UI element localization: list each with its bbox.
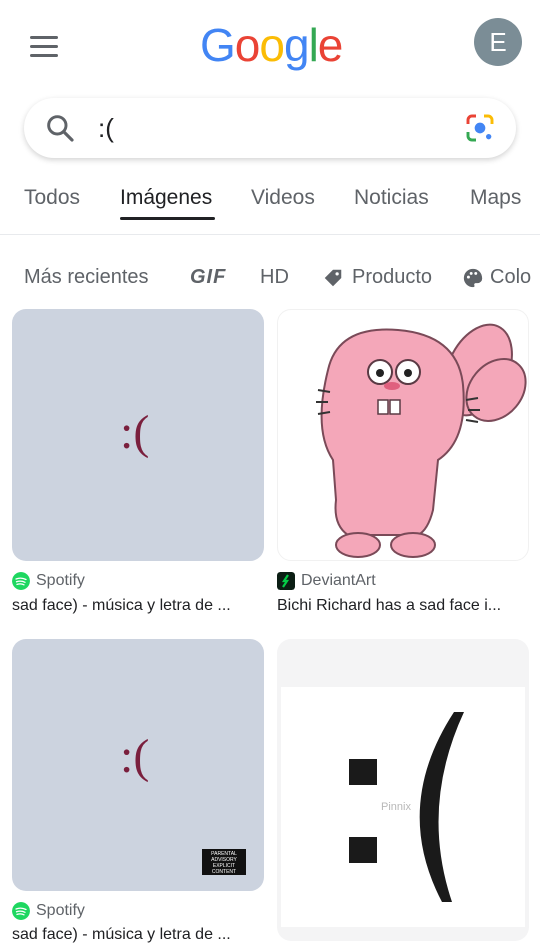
top-bar: Google E	[0, 0, 540, 90]
tab-imagenes[interactable]: Imágenes	[120, 186, 212, 210]
left-eye-square	[349, 759, 377, 785]
search-input[interactable]: :(	[98, 113, 114, 144]
result-source[interactable]: Spotify	[12, 902, 85, 920]
result-source[interactable]: Spotify	[12, 572, 85, 590]
pink-rabbit-character	[316, 323, 527, 558]
filter-product[interactable]: Producto	[322, 266, 432, 289]
filter-product-label: Producto	[352, 266, 433, 288]
result-image[interactable]: :(	[12, 309, 264, 561]
search-box[interactable]: :(	[24, 98, 516, 158]
spotify-icon	[12, 902, 30, 920]
sad-face-text: :(	[120, 730, 150, 783]
tag-icon	[324, 269, 342, 286]
tab-maps[interactable]: Maps	[470, 186, 521, 210]
palette-icon	[463, 268, 483, 287]
avatar[interactable]: E	[474, 18, 522, 66]
tab-todos[interactable]: Todos	[24, 186, 80, 210]
result-title[interactable]: Bichi Richard has a sad face i...	[277, 597, 529, 615]
deviantart-icon	[277, 572, 295, 590]
source-label: Spotify	[36, 902, 85, 919]
sad-face-text: :(	[120, 406, 150, 459]
parental-advisory-badge: PARENTAL ADVISORY EXPLICIT CONTENT	[202, 849, 246, 875]
source-label: Spotify	[36, 572, 85, 589]
google-logo[interactable]: Google	[200, 18, 343, 72]
tab-videos[interactable]: Videos	[251, 186, 315, 210]
right-eye-square	[349, 837, 377, 863]
source-label: DeviantArt	[301, 572, 376, 589]
filter-gif[interactable]: GIF	[190, 266, 226, 289]
tab-noticias[interactable]: Noticias	[354, 186, 429, 210]
search-tabs: Todos Imágenes Videos Noticias Maps	[0, 176, 540, 235]
result-image[interactable]: :( PARENTAL ADVISORY EXPLICIT CONTENT	[12, 639, 264, 891]
active-tab-indicator	[120, 217, 215, 220]
menu-icon[interactable]	[30, 36, 60, 58]
filter-hd[interactable]: HD	[260, 266, 289, 289]
result-source[interactable]: DeviantArt	[277, 572, 376, 590]
google-lens-icon[interactable]	[464, 112, 496, 144]
result-title[interactable]: sad face) - música y letra de ...	[12, 597, 264, 615]
filter-chips: Más recientes GIF HD Producto Colo	[0, 262, 540, 296]
result-image[interactable]: Pinnix	[277, 639, 529, 941]
search-icon[interactable]	[44, 112, 76, 144]
filter-recent[interactable]: Más recientes	[24, 266, 149, 289]
result-title[interactable]: sad face) - música y letra de ...	[12, 926, 264, 944]
filter-color-label: Colo	[490, 266, 532, 288]
watermark-text: Pinnix	[381, 801, 411, 813]
result-image[interactable]	[277, 309, 529, 561]
filter-color[interactable]: Colo	[462, 266, 531, 289]
spotify-icon	[12, 572, 30, 590]
